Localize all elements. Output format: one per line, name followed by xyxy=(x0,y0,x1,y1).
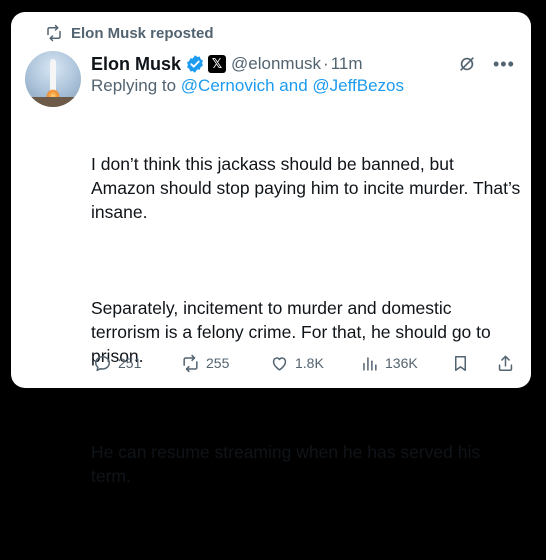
repost-banner: Elon Musk reposted xyxy=(45,23,214,43)
more-options-icon[interactable]: ••• xyxy=(493,54,515,74)
tweet-header: Elon Musk 𝕏 @elonmusk · 11m ••• xyxy=(91,52,521,76)
reply-button[interactable]: 251 xyxy=(93,354,141,373)
repost-button[interactable]: 255 xyxy=(181,354,229,373)
author-handle[interactable]: @elonmusk xyxy=(231,54,321,74)
rocket-graphic xyxy=(50,59,56,91)
share-icon xyxy=(498,355,513,371)
repost-action-icon xyxy=(183,354,198,372)
bookmark-icon xyxy=(454,355,467,371)
views-chart-icon xyxy=(363,356,377,371)
tweet-paragraph-3: He can resume streaming when he has serv… xyxy=(91,442,485,486)
repost-count: 255 xyxy=(206,355,230,371)
repost-icon xyxy=(47,24,61,42)
replying-to-mentions[interactable]: @Cernovich and @JeffBezos xyxy=(181,76,404,95)
tweet-card[interactable]: Elon Musk reposted Elon Musk 𝕏 @elonmusk… xyxy=(11,12,531,486)
replying-to-prefix: Replying to xyxy=(91,76,181,95)
view-count: 136K xyxy=(385,355,418,371)
avatar[interactable] xyxy=(25,51,81,107)
grok-icon[interactable] xyxy=(457,54,477,74)
repost-banner-text[interactable]: Elon Musk reposted xyxy=(71,25,214,42)
author-name[interactable]: Elon Musk xyxy=(91,54,181,75)
bookmark-button[interactable] xyxy=(451,354,470,373)
action-bar: 251 255 1.8K 136K xyxy=(93,352,517,374)
header-separator: · xyxy=(323,54,329,73)
like-count: 1.8K xyxy=(295,355,324,371)
tweet-text: I don’t think this jackass should be ban… xyxy=(91,104,521,560)
reply-icon xyxy=(95,355,110,371)
avatar-ground xyxy=(25,97,81,107)
heart-icon xyxy=(272,356,287,371)
timestamp[interactable]: 11m xyxy=(331,54,363,74)
reply-count: 251 xyxy=(118,355,142,371)
like-button[interactable]: 1.8K xyxy=(270,354,324,373)
x-affiliation-badge-icon[interactable]: 𝕏 xyxy=(208,55,227,73)
share-button[interactable] xyxy=(496,354,515,373)
views-button[interactable]: 136K xyxy=(360,354,418,373)
replying-to: Replying to @Cernovich and @JeffBezos xyxy=(91,76,404,100)
verified-badge-icon[interactable] xyxy=(185,54,205,74)
tweet-paragraph-1: I don’t think this jackass should be ban… xyxy=(91,154,526,222)
